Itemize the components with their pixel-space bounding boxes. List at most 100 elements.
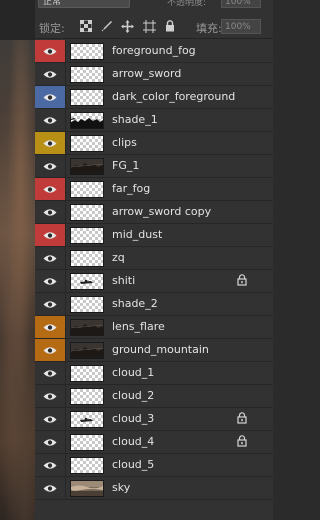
layer-row[interactable]: cloud_4 (35, 431, 273, 454)
layer-thumbnail[interactable] (70, 480, 104, 497)
layer-row[interactable]: cloud_2 (35, 385, 273, 408)
layer-thumbnail[interactable] (70, 273, 104, 290)
layer-thumbnail[interactable] (70, 204, 104, 221)
layer-thumbnail[interactable] (70, 158, 104, 175)
layer-list: foreground_fog arrow_sword dark_color_fore… (35, 40, 273, 500)
layer-name[interactable]: lens_flare (112, 320, 165, 333)
layer-thumbnail[interactable] (70, 296, 104, 313)
layer-name[interactable]: FG_1 (112, 159, 139, 172)
layer-name[interactable]: cloud_5 (112, 458, 154, 471)
layer-row[interactable]: FG_1 (35, 155, 273, 178)
layer-thumbnail[interactable] (70, 89, 104, 106)
lock-artboard-icon[interactable] (142, 20, 156, 34)
layer-lock-icon (235, 435, 249, 449)
visibility-eye-icon[interactable] (35, 109, 66, 131)
lock-row: 锁定: 填充: 100% (35, 16, 273, 39)
layers-panel: 正常 不透明度: 100% 锁定: 填充: 100% foreground_fo… (35, 0, 273, 520)
layer-row[interactable]: arrow_sword copy (35, 201, 273, 224)
visibility-eye-icon[interactable] (35, 86, 66, 108)
visibility-eye-icon[interactable] (35, 431, 66, 453)
layer-name[interactable]: cloud_4 (112, 435, 154, 448)
layer-name[interactable]: dark_color_foreground (112, 90, 235, 103)
layer-thumbnail[interactable] (70, 112, 104, 129)
visibility-eye-icon[interactable] (35, 362, 66, 384)
layer-row[interactable]: mid_dust (35, 224, 273, 247)
layer-name[interactable]: zq (112, 251, 125, 264)
lock-label: 锁定: (39, 22, 65, 35)
lock-transparent-pixels-icon[interactable] (79, 19, 93, 34)
layer-name[interactable]: far_fog (112, 182, 150, 195)
layer-row[interactable]: cloud_3 (35, 408, 273, 431)
layer-row[interactable]: cloud_5 (35, 454, 273, 477)
layer-name[interactable]: arrow_sword (112, 67, 181, 80)
layer-name[interactable]: foreground_fog (112, 44, 196, 57)
layer-thumbnail[interactable] (70, 388, 104, 405)
layer-thumbnail[interactable] (70, 135, 104, 152)
visibility-eye-icon[interactable] (35, 224, 66, 246)
layer-row[interactable]: zq (35, 247, 273, 270)
visibility-eye-icon[interactable] (35, 40, 66, 62)
layer-row[interactable]: foreground_fog (35, 40, 273, 63)
layer-row[interactable]: dark_color_foreground (35, 86, 273, 109)
canvas-top-strip (0, 0, 35, 40)
layer-name[interactable]: arrow_sword copy (112, 205, 211, 218)
opacity-input[interactable]: 100% (221, 0, 261, 8)
layer-thumbnail[interactable] (70, 457, 104, 474)
layer-name[interactable]: shade_1 (112, 113, 158, 126)
visibility-eye-icon[interactable] (35, 63, 66, 85)
visibility-eye-icon[interactable] (35, 201, 66, 223)
visibility-eye-icon[interactable] (35, 293, 66, 315)
layer-thumbnail[interactable] (70, 411, 104, 428)
visibility-eye-icon[interactable] (35, 247, 66, 269)
layer-row[interactable]: far_fog (35, 178, 273, 201)
opacity-label: 不透明度: (167, 0, 207, 8)
visibility-eye-icon[interactable] (35, 339, 66, 361)
layer-name[interactable]: cloud_2 (112, 389, 154, 402)
layer-row[interactable]: shade_1 (35, 109, 273, 132)
layer-thumbnail[interactable] (70, 250, 104, 267)
visibility-eye-icon[interactable] (35, 178, 66, 200)
layer-row[interactable]: cloud_1 (35, 362, 273, 385)
layer-thumbnail[interactable] (70, 181, 104, 198)
layer-thumbnail[interactable] (70, 342, 104, 359)
layer-row[interactable]: sky (35, 477, 273, 500)
lock-all-icon[interactable] (163, 20, 177, 34)
layer-lock-icon (235, 412, 249, 426)
lock-image-pixels-icon[interactable] (100, 20, 114, 34)
layer-lock-icon (235, 274, 249, 288)
layer-name[interactable]: cloud_3 (112, 412, 154, 425)
layer-thumbnail[interactable] (70, 227, 104, 244)
visibility-eye-icon[interactable] (35, 385, 66, 407)
layer-row[interactable]: lens_flare (35, 316, 273, 339)
visibility-eye-icon[interactable] (35, 454, 66, 476)
visibility-eye-icon[interactable] (35, 477, 66, 499)
layer-name[interactable]: ground_mountain (112, 343, 209, 356)
visibility-eye-icon[interactable] (35, 132, 66, 154)
layer-row[interactable]: arrow_sword (35, 63, 273, 86)
layer-name[interactable]: cloud_1 (112, 366, 154, 379)
lock-position-icon[interactable] (120, 20, 134, 34)
visibility-eye-icon[interactable] (35, 408, 66, 430)
layer-name[interactable]: sky (112, 481, 130, 494)
layer-name[interactable]: mid_dust (112, 228, 162, 241)
layer-thumbnail[interactable] (70, 43, 104, 60)
visibility-eye-icon[interactable] (35, 155, 66, 177)
layer-thumbnail[interactable] (70, 365, 104, 382)
layer-row[interactable]: clips (35, 132, 273, 155)
layer-row[interactable]: shade_2 (35, 293, 273, 316)
canvas-preview (0, 0, 35, 520)
layer-thumbnail[interactable] (70, 319, 104, 336)
blend-mode-select[interactable]: 正常 (38, 0, 130, 8)
layer-thumbnail[interactable] (70, 66, 104, 83)
layer-thumbnail[interactable] (70, 434, 104, 451)
fill-label: 填充: (196, 22, 222, 35)
fill-input[interactable]: 100% (221, 19, 261, 34)
visibility-eye-icon[interactable] (35, 270, 66, 292)
visibility-eye-icon[interactable] (35, 316, 66, 338)
layer-row[interactable]: ground_mountain (35, 339, 273, 362)
layer-row[interactable]: shiti (35, 270, 273, 293)
layer-name[interactable]: clips (112, 136, 137, 149)
layer-name[interactable]: shade_2 (112, 297, 158, 310)
blend-opacity-row: 正常 不透明度: 100% (35, 0, 273, 14)
layer-name[interactable]: shiti (112, 274, 135, 287)
